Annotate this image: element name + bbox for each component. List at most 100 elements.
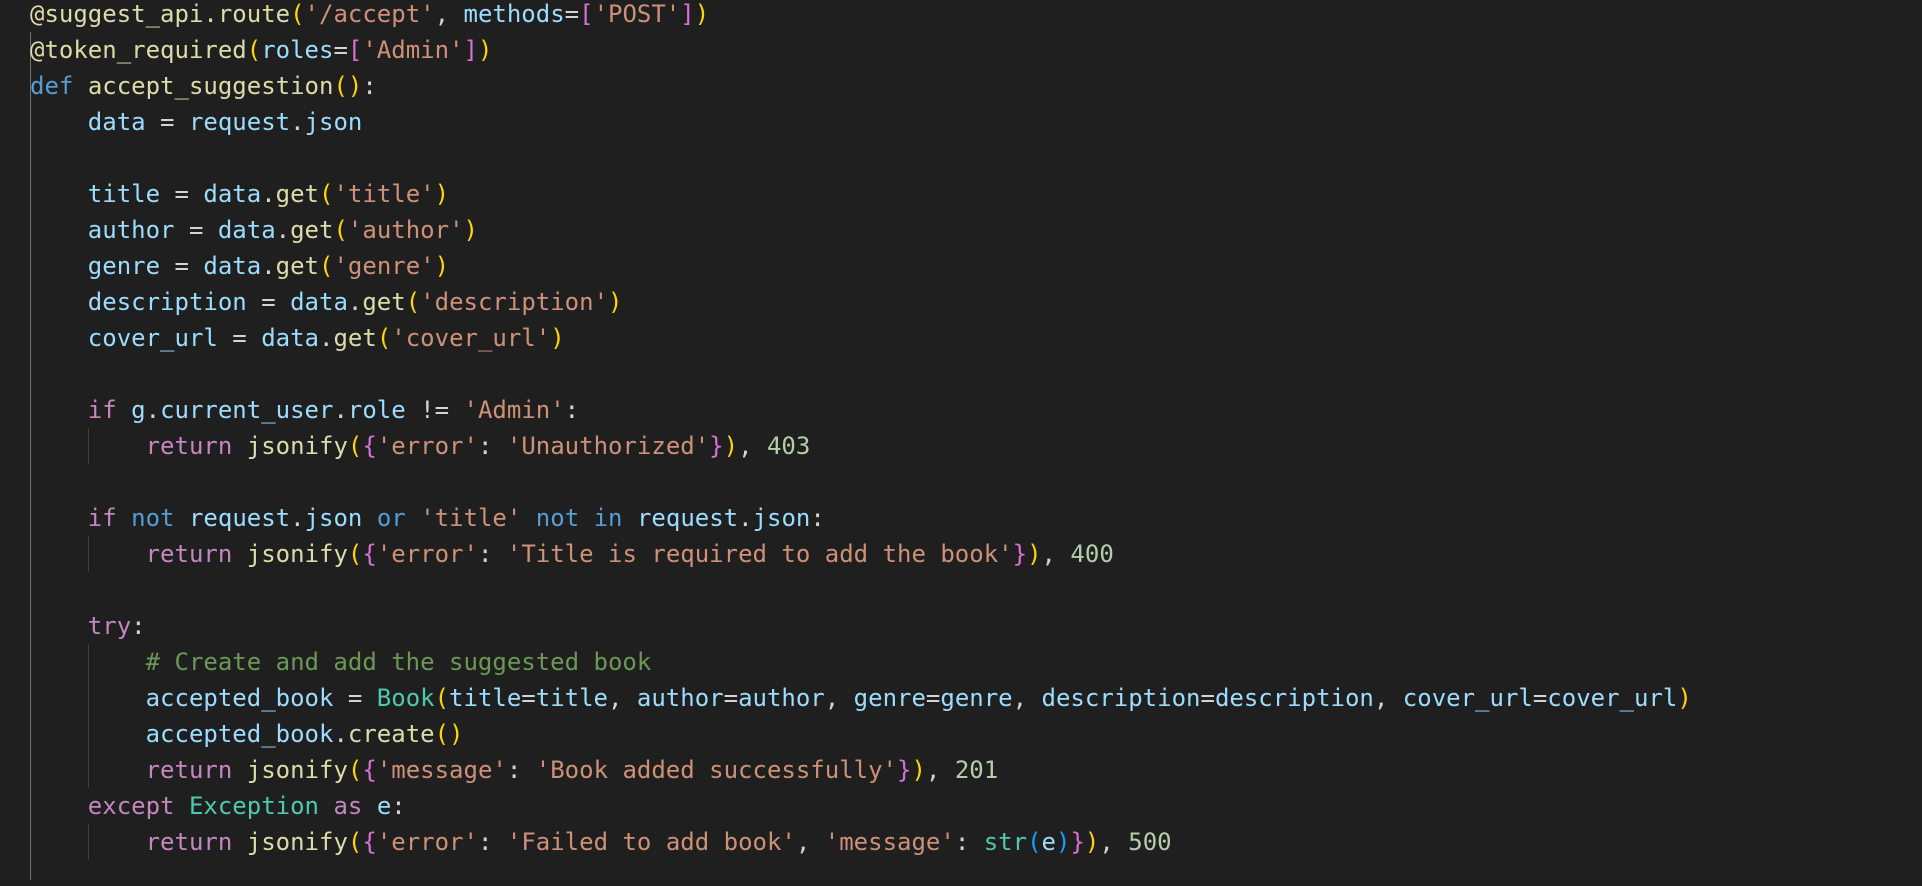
code-token: 'Title is required to add the book'	[506, 540, 1013, 568]
code-line: try:	[30, 608, 146, 644]
code-token: str	[983, 828, 1028, 856]
code-token: accept_suggestion	[87, 72, 334, 100]
code-token: .	[319, 324, 334, 352]
code-token: :	[506, 756, 536, 784]
code-token: .	[290, 108, 305, 136]
code-token: )	[694, 0, 710, 28]
code-token: =	[160, 252, 204, 280]
code-line: # Create and add the suggested book	[30, 644, 652, 680]
code-token: not	[131, 504, 175, 532]
code-token: not	[535, 504, 580, 532]
code-token: json	[752, 504, 811, 532]
code-token: :	[564, 396, 580, 424]
code-token: 'title'	[420, 504, 522, 532]
code-token: (	[246, 36, 262, 64]
code-token: return	[145, 540, 233, 568]
code-token: ,	[1041, 540, 1071, 568]
code-token: (	[405, 288, 421, 316]
code-line: author = data.get('author')	[30, 212, 478, 248]
code-token: )	[911, 756, 926, 784]
code-line: return jsonify({'error': 'Title is requi…	[30, 536, 1114, 572]
code-token: [	[579, 0, 594, 28]
code-token: data	[87, 108, 146, 136]
code-token: {	[362, 432, 377, 460]
code-token: data	[203, 252, 262, 280]
code-token: ,	[1373, 684, 1403, 712]
code-token: )	[1677, 684, 1692, 712]
code-token: )	[1084, 828, 1100, 856]
code-editor[interactable]: @suggest_api.route('/accept', methods=['…	[0, 0, 1922, 886]
code-token: get	[290, 216, 334, 244]
code-token: )	[723, 432, 739, 460]
code-token: return	[145, 828, 233, 856]
code-line: return jsonify({'error': 'Failed to add …	[30, 824, 1172, 860]
code-token: )	[608, 288, 623, 316]
code-line: data = request.json	[30, 104, 363, 140]
code-token: title	[535, 684, 608, 712]
code-token: author	[738, 684, 825, 712]
code-token: data	[290, 288, 348, 316]
code-token: description	[87, 288, 247, 316]
code-token: 'Unauthorized'	[506, 432, 710, 460]
code-token: 500	[1128, 828, 1172, 856]
code-token: genre	[940, 684, 1013, 712]
code-token: genre	[853, 684, 926, 712]
code-token: (	[347, 540, 363, 568]
code-token: genre	[87, 252, 161, 280]
code-token: author	[636, 684, 724, 712]
code-token: return	[145, 756, 233, 784]
code-token: ()	[434, 720, 464, 748]
code-token: =	[145, 108, 189, 136]
code-token: e	[376, 792, 392, 820]
code-token: (	[347, 828, 363, 856]
code-token: g	[131, 396, 146, 424]
code-token: :	[131, 612, 146, 640]
code-line: @token_required(roles=['Admin'])	[30, 32, 492, 68]
code-line: cover_url = data.get('cover_url')	[30, 320, 565, 356]
code-token: cover_url	[1402, 684, 1533, 712]
code-token: }	[897, 756, 912, 784]
code-token: =	[1532, 684, 1548, 712]
code-token: )	[1027, 540, 1042, 568]
code-token: jsonify	[246, 756, 348, 784]
code-token: .	[261, 180, 276, 208]
code-token: .	[275, 216, 291, 244]
code-line: accepted_book = Book(title=title, author…	[30, 680, 1692, 716]
code-token: (	[347, 432, 363, 460]
code-line: def accept_suggestion():	[30, 68, 377, 104]
code-token: Exception	[188, 792, 319, 820]
code-token: if	[87, 396, 117, 424]
code-token: 'message'	[824, 828, 955, 856]
code-token: 'Failed to add book'	[506, 828, 796, 856]
code-token: methods	[463, 0, 565, 28]
code-token: try	[87, 612, 132, 640]
code-line: description = data.get('description')	[30, 284, 623, 320]
code-token: cover_url	[1547, 684, 1678, 712]
code-line: genre = data.get('genre')	[30, 248, 449, 284]
code-token: {	[362, 540, 377, 568]
code-token: )	[463, 216, 478, 244]
code-token: 201	[954, 756, 999, 784]
code-token: =	[333, 36, 348, 64]
code-line: except Exception as e:	[30, 788, 406, 824]
code-token: :	[362, 72, 377, 100]
code-token: get	[362, 288, 406, 316]
code-token: )	[477, 36, 493, 64]
code-token: '/accept'	[304, 0, 435, 28]
code-token: get	[333, 324, 377, 352]
code-token: .	[145, 396, 161, 424]
code-token: {	[362, 828, 377, 856]
code-token: =	[723, 684, 739, 712]
code-token: (	[290, 0, 305, 28]
code-token: .	[290, 504, 305, 532]
code-token: current_user	[160, 396, 334, 424]
